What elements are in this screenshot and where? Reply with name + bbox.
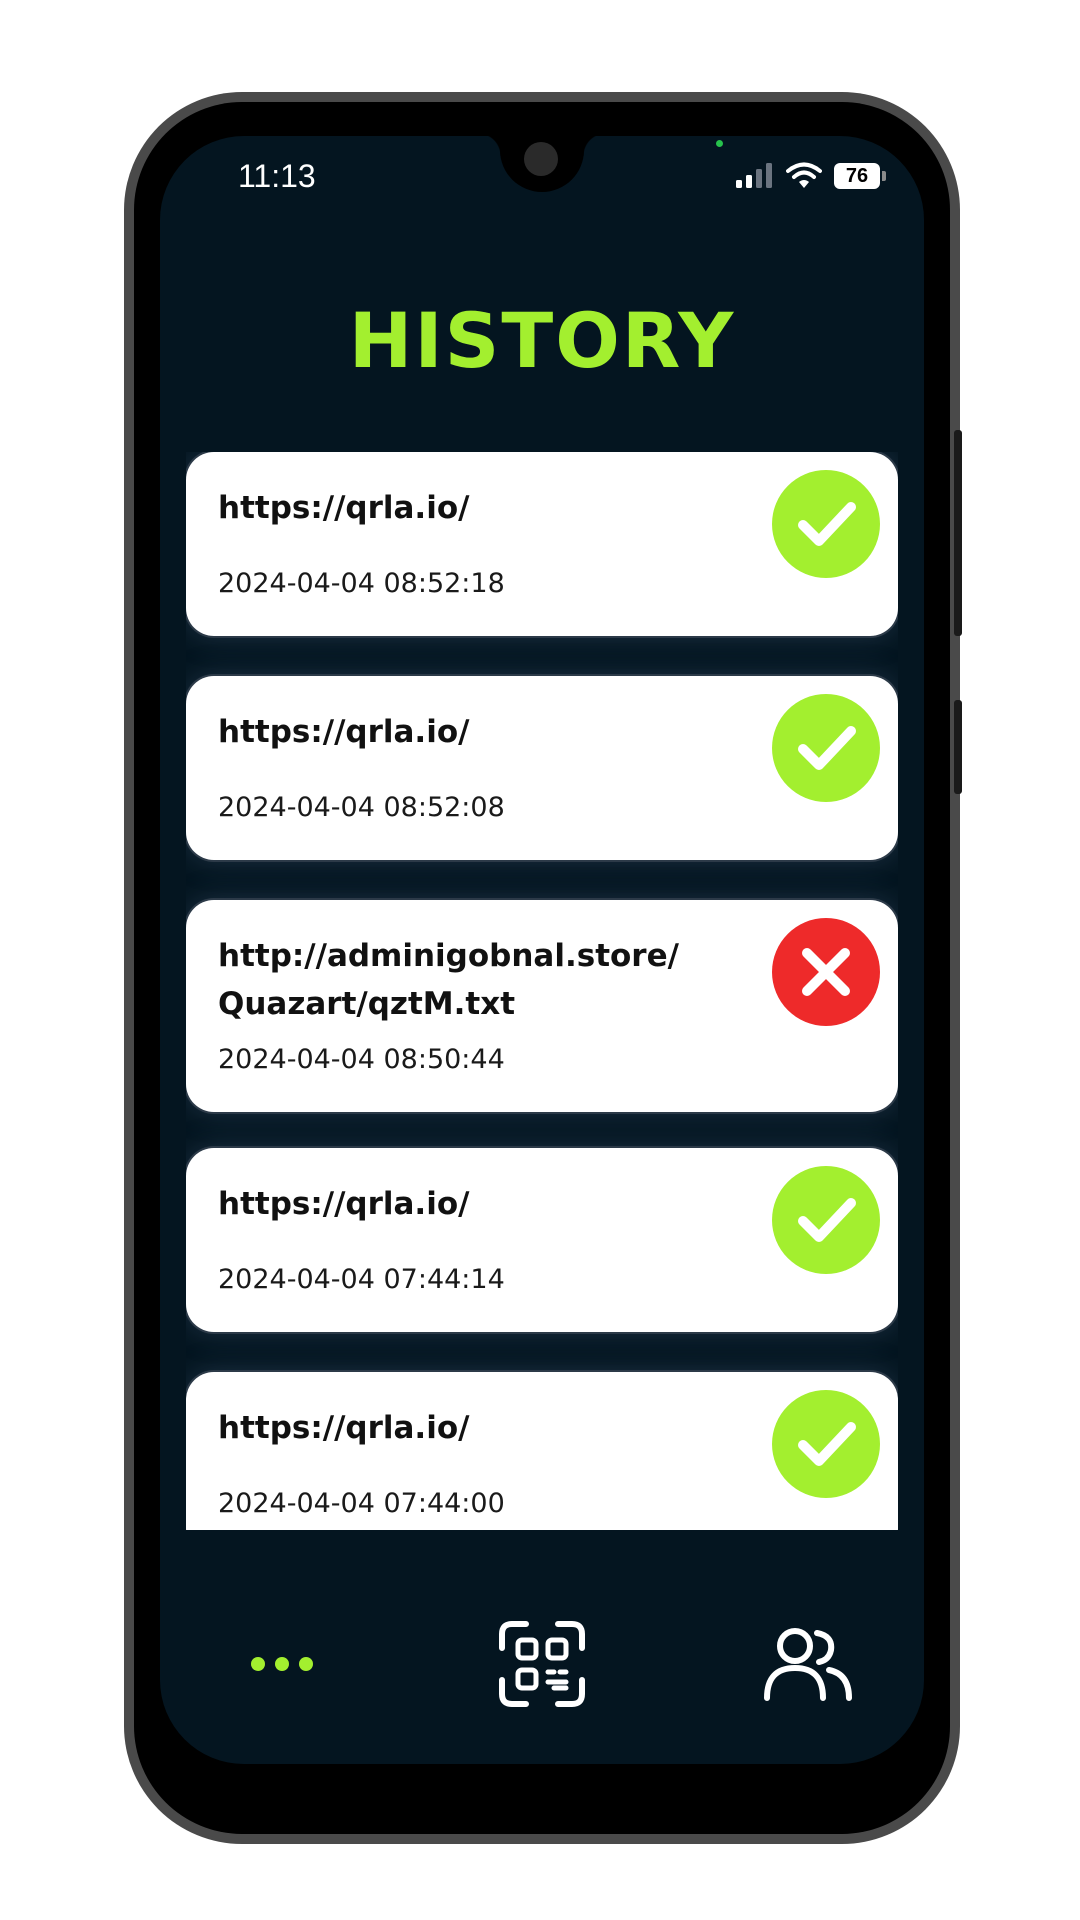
history-item-url: http://adminigobnal.store/ Quazart/qztM.… — [218, 938, 679, 1022]
nav-users-button[interactable] — [748, 1604, 868, 1724]
users-icon — [764, 1628, 852, 1701]
nav-scan-button[interactable] — [482, 1604, 602, 1724]
history-item[interactable]: http://adminigobnal.store/ Quazart/qztM.… — [186, 900, 898, 1112]
more-dots-icon — [251, 1657, 313, 1671]
history-item[interactable]: https://qrla.io/ 2024-04-04 08:52:18 — [186, 452, 898, 636]
check-icon — [798, 502, 856, 546]
power-button — [954, 700, 962, 794]
nav-more-button[interactable] — [222, 1604, 342, 1724]
history-item-url: https://qrla.io/ — [218, 1186, 470, 1222]
privacy-indicator-dot — [716, 140, 723, 147]
bottom-nav — [160, 1604, 924, 1724]
volume-button — [954, 430, 962, 636]
history-item[interactable]: https://qrla.io/ 2024-04-04 08:52:08 — [186, 676, 898, 860]
history-item[interactable]: https://qrla.io/ 2024-04-04 07:44:00 — [186, 1372, 898, 1530]
camera-notch — [478, 136, 606, 192]
history-list[interactable]: https://qrla.io/ 2024-04-04 08:52:18 htt… — [186, 452, 898, 1530]
battery-indicator: 76 — [834, 163, 886, 189]
status-safe-badge — [772, 694, 880, 802]
qr-scan-icon — [499, 1621, 585, 1707]
status-time: 11:13 — [238, 158, 316, 194]
wifi-icon — [786, 162, 822, 188]
check-icon — [798, 1422, 856, 1466]
history-item-timestamp: 2024-04-04 07:44:00 — [218, 1488, 505, 1519]
check-icon — [798, 1198, 856, 1242]
history-item-timestamp: 2024-04-04 08:52:08 — [218, 792, 505, 823]
history-item-timestamp: 2024-04-04 08:52:18 — [218, 568, 505, 599]
check-icon — [798, 726, 856, 770]
status-safe-badge — [772, 470, 880, 578]
status-safe-badge — [772, 1390, 880, 1498]
page-title: HISTORY — [348, 296, 736, 385]
history-item-timestamp: 2024-04-04 07:44:14 — [218, 1264, 505, 1295]
signal-icon — [736, 163, 772, 188]
history-item-url: https://qrla.io/ — [218, 490, 470, 526]
history-item-url: https://qrla.io/ — [218, 1410, 470, 1446]
history-item-url: https://qrla.io/ — [218, 714, 470, 750]
cross-icon — [802, 948, 850, 996]
app-screen: 11:13 76 HISTORY https://qrla.io/ 2024-0… — [160, 136, 924, 1764]
history-item[interactable]: https://qrla.io/ 2024-04-04 07:44:14 — [186, 1148, 898, 1332]
history-item-timestamp: 2024-04-04 08:50:44 — [218, 1044, 505, 1075]
status-unsafe-badge — [772, 918, 880, 1026]
status-safe-badge — [772, 1166, 880, 1274]
status-icons: 76 — [734, 162, 886, 190]
front-camera — [524, 142, 558, 176]
